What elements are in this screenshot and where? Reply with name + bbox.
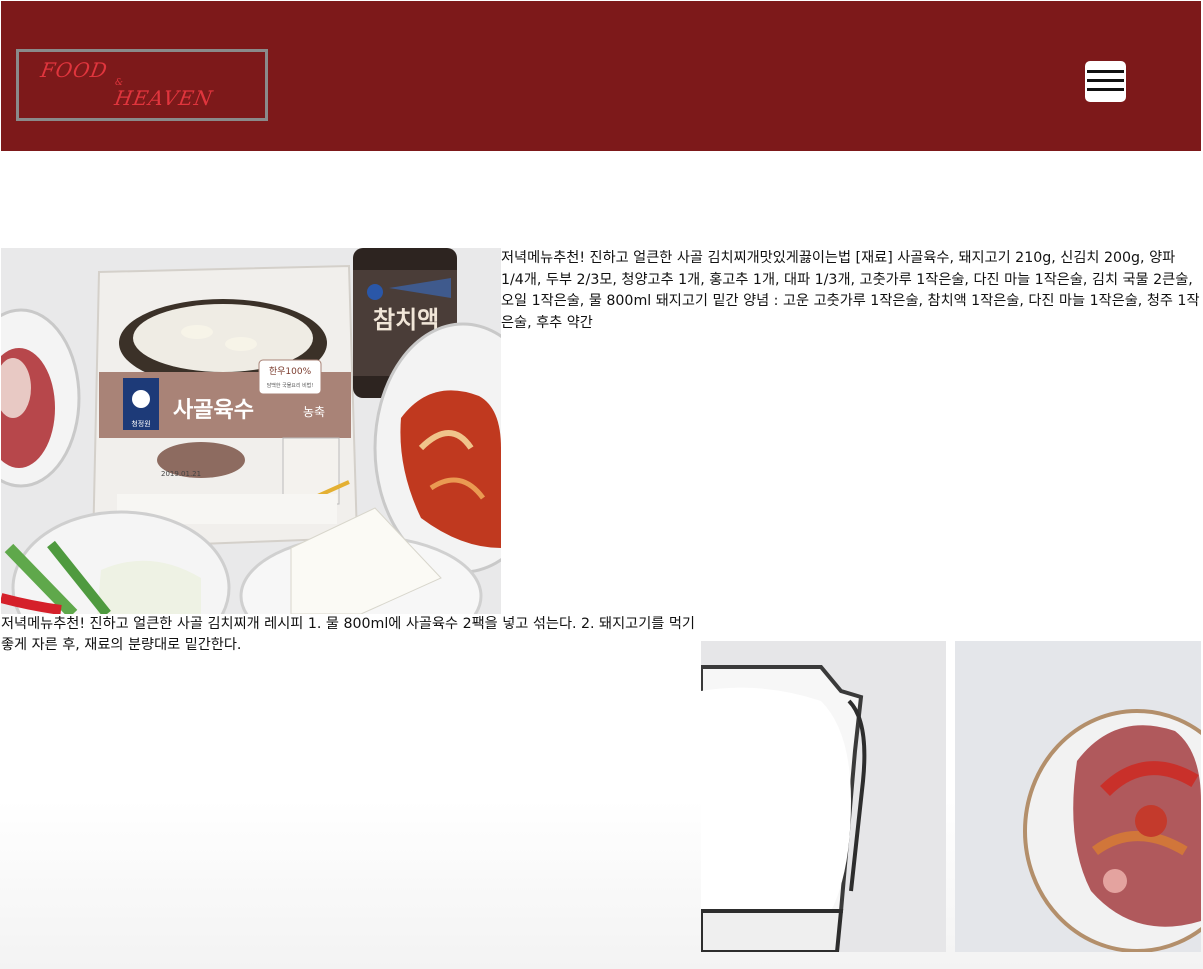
hamburger-menu-icon-bar: [1087, 88, 1124, 91]
pork-marinating-illustration: [955, 641, 1201, 952]
pouch-date-text: 2019.01.21: [161, 470, 201, 478]
hamburger-menu-icon-bar: [1087, 79, 1124, 82]
pouch-sub-text: 농축: [303, 405, 325, 419]
logo-text-heaven: HEAVEN: [112, 86, 216, 110]
pouch-badge-sub-text: 담백한 국물요리 비법!: [267, 382, 314, 389]
site-logo[interactable]: FOOD & HEAVEN: [16, 49, 268, 121]
ingredients-photo-illustration: 청정원 사골육수 농축 한우100% 담백한 국물요리 비법! 2019.01.…: [1, 248, 501, 614]
bottle-label-text: 참치액: [373, 306, 439, 334]
broth-mixing-illustration: [701, 641, 946, 952]
broth-mixing-photo: [701, 641, 946, 952]
recipe-steps-text: 저녁메뉴추천! 진하고 얼큰한 사골 김치찌개 레시피 1. 물 800ml에 …: [1, 616, 695, 653]
hamburger-menu-icon: [1087, 70, 1124, 73]
recipe-intro-text: 저녁메뉴추천! 진하고 얼큰한 사골 김치찌개맛있게끓이는법 [재료] 사골육수…: [501, 250, 1200, 331]
ingredients-photo: 청정원 사골육수 농축 한우100% 담백한 국물요리 비법! 2019.01.…: [1, 248, 501, 614]
logo-text-food: FOOD: [38, 58, 110, 82]
pouch-title-text: 사골육수: [173, 398, 254, 423]
pouch-brand-text: 청정원: [131, 419, 150, 428]
site-header: FOOD & HEAVEN: [1, 1, 1201, 151]
pouch-badge-text: 한우100%: [269, 366, 312, 377]
pork-marinating-photo: [955, 641, 1201, 952]
hamburger-menu-button[interactable]: [1085, 61, 1126, 102]
